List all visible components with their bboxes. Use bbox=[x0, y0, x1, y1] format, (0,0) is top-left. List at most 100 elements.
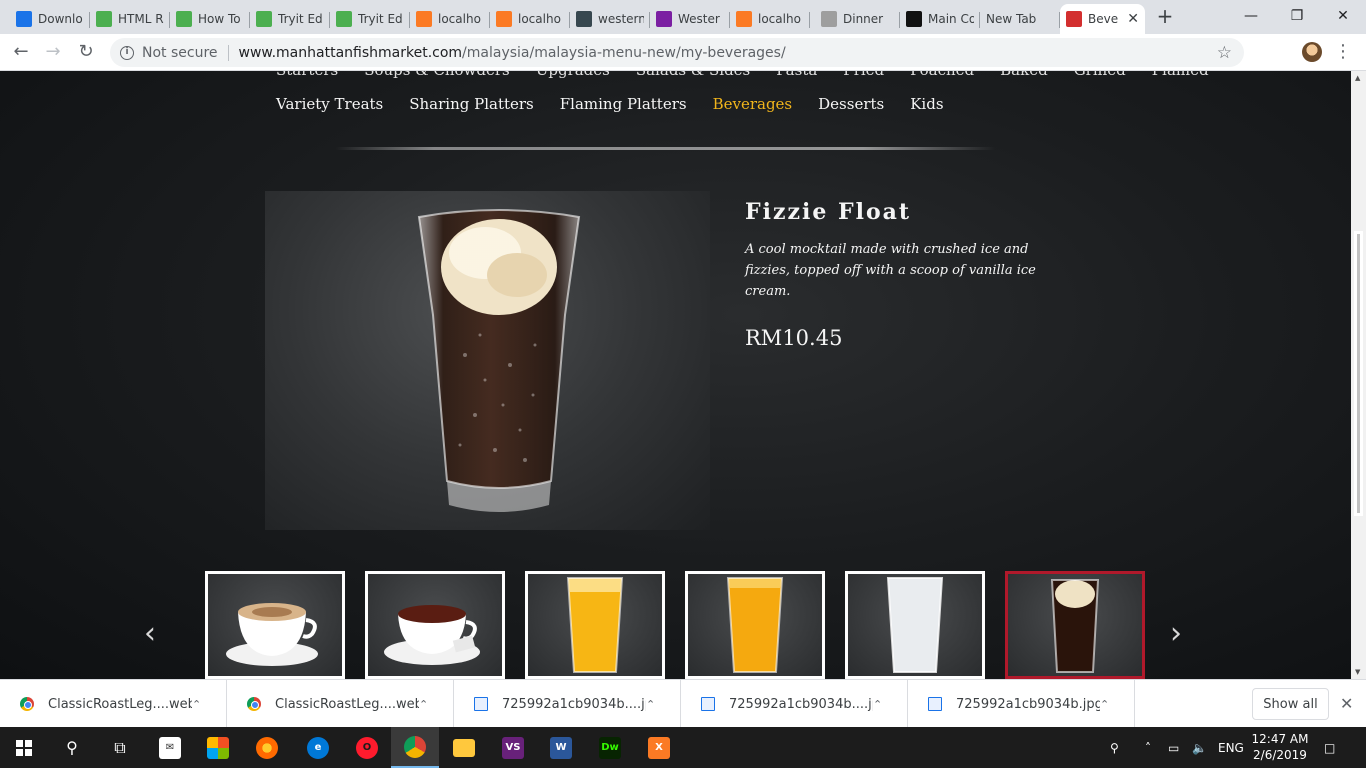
task-view-icon[interactable]: ⧉ bbox=[96, 727, 144, 768]
volume-muted-icon[interactable]: 🔈 bbox=[1192, 727, 1208, 768]
chevron-up-icon[interactable]: ⌃ bbox=[1100, 698, 1120, 711]
browser-menu-icon[interactable]: ⋮ bbox=[1334, 42, 1352, 62]
word-icon[interactable]: W bbox=[537, 727, 585, 768]
browser-tab[interactable]: localho bbox=[410, 4, 490, 34]
mail-icon[interactable]: ✉ bbox=[146, 727, 194, 768]
menu-category-link[interactable]: Fried bbox=[843, 71, 884, 79]
chevron-up-icon[interactable]: ⌃ bbox=[646, 698, 666, 711]
visual-studio-icon[interactable]: VS bbox=[489, 727, 537, 768]
milky-drink-thumbnail[interactable] bbox=[845, 571, 985, 679]
browser-tab[interactable]: Downlo bbox=[10, 4, 90, 34]
download-item[interactable]: 725992a1cb9034b.jpg ⌃ bbox=[908, 680, 1135, 728]
bookmark-star-icon[interactable]: ☆ bbox=[1217, 43, 1232, 63]
browser-tab[interactable]: Main Co bbox=[900, 4, 980, 34]
back-button[interactable]: ← bbox=[10, 41, 32, 63]
chrome-icon[interactable] bbox=[391, 727, 439, 768]
menu-category-link[interactable]: Baked bbox=[1000, 71, 1048, 79]
chevron-up-icon[interactable]: ⌃ bbox=[873, 698, 893, 711]
menu-category-link[interactable]: Grilled bbox=[1074, 71, 1126, 79]
play-icon bbox=[656, 11, 672, 27]
tab-title: New Tab bbox=[986, 12, 1037, 26]
scroll-down-arrow-icon[interactable]: ▼ bbox=[1355, 668, 1360, 676]
show-all-button[interactable]: Show all bbox=[1252, 688, 1329, 720]
download-item[interactable]: ClassicRoastLeg....webp ⌃ bbox=[0, 680, 227, 728]
menu-categories-top: Starters Soups & Chowders Upgrades Salads &… bbox=[276, 71, 1209, 79]
scroll-up-arrow-icon[interactable]: ▲ bbox=[1355, 74, 1360, 82]
download-filename: ClassicRoastLeg....webp bbox=[275, 696, 419, 712]
battery-icon[interactable]: ▭ bbox=[1168, 727, 1184, 768]
edge-icon[interactable]: e bbox=[294, 727, 342, 768]
menu-category-link[interactable]: Sharing Platters bbox=[409, 95, 534, 113]
carousel-next-arrow[interactable]: › bbox=[1170, 619, 1182, 649]
opera-icon[interactable]: O bbox=[343, 727, 391, 768]
language-indicator[interactable]: ENG bbox=[1218, 727, 1246, 768]
scrollbar-thumb[interactable] bbox=[1354, 231, 1363, 516]
people-icon[interactable]: ⚲ bbox=[1110, 727, 1130, 768]
product-description: A cool mocktail made with crushed ice an… bbox=[745, 242, 1036, 299]
cappuccino-thumbnail[interactable] bbox=[205, 571, 345, 679]
browser-tab[interactable]: Dinner bbox=[815, 4, 900, 34]
menu-category-active[interactable]: Beverages bbox=[713, 95, 793, 113]
menu-category-link[interactable]: Upgrades bbox=[536, 71, 610, 79]
dreamweaver-icon[interactable]: Dw bbox=[586, 727, 634, 768]
browser-tab[interactable]: HTML R bbox=[90, 4, 170, 34]
menu-categories: Variety Treats Sharing Platters Flaming Pl… bbox=[276, 95, 944, 113]
menu-category-link[interactable]: Pasta bbox=[776, 71, 817, 79]
tab-title: Wester bbox=[678, 12, 720, 26]
tea-thumbnail[interactable] bbox=[365, 571, 505, 679]
tab-active[interactable]: Beve ✕ bbox=[1060, 4, 1145, 34]
store-icon[interactable] bbox=[194, 727, 242, 768]
tray-chevron-up-icon[interactable]: ˄ bbox=[1145, 727, 1161, 768]
menu-category-link[interactable]: Flamed bbox=[1152, 71, 1209, 79]
carousel-prev-arrow[interactable]: ‹ bbox=[144, 619, 156, 649]
menu-category-link[interactable]: Desserts bbox=[818, 95, 884, 113]
download-item[interactable]: 725992a1cb9034b....jpg ⌃ bbox=[681, 680, 908, 728]
search-icon[interactable]: ⚲ bbox=[48, 727, 96, 768]
browser-tab[interactable]: New Tab bbox=[980, 4, 1060, 34]
url-path: /malaysia/malaysia-menu-new/my-beverages… bbox=[462, 44, 786, 61]
forward-button[interactable]: → bbox=[42, 41, 64, 63]
download-item[interactable]: ClassicRoastLeg....webp ⌃ bbox=[227, 680, 454, 728]
menu-category-link[interactable]: Kids bbox=[910, 95, 943, 113]
menu-category-link[interactable]: Salads & Sides bbox=[636, 71, 750, 79]
browser-tab[interactable]: localho bbox=[490, 4, 570, 34]
chevron-up-icon[interactable]: ⌃ bbox=[419, 698, 439, 711]
address-bar[interactable]: i Not secure www.manhattanfishmarket.com… bbox=[110, 38, 1244, 67]
minimize-button[interactable]: — bbox=[1228, 0, 1274, 32]
xampp-icon[interactable]: X bbox=[635, 727, 683, 768]
close-downloads-icon[interactable]: ✕ bbox=[1340, 694, 1353, 713]
file-explorer-icon[interactable] bbox=[440, 727, 488, 768]
browser-tab[interactable]: How To bbox=[170, 4, 250, 34]
clock[interactable]: 12:47 AM 2/6/2019 bbox=[1250, 731, 1310, 763]
orange-juice-thumbnail[interactable] bbox=[685, 571, 825, 679]
menu-category-link[interactable]: Soups & Chowders bbox=[364, 71, 510, 79]
coffee-cup-icon bbox=[226, 603, 318, 666]
chevron-up-icon[interactable]: ⌃ bbox=[192, 698, 212, 711]
page-scrollbar[interactable]: ▲ ▼ bbox=[1351, 71, 1366, 679]
close-window-button[interactable]: ✕ bbox=[1320, 0, 1366, 32]
browser-tab[interactable]: Tryit Ed bbox=[250, 4, 330, 34]
menu-category-link[interactable]: Flaming Platters bbox=[560, 95, 687, 113]
reload-button[interactable]: ↻ bbox=[75, 41, 97, 63]
info-icon[interactable]: i bbox=[120, 45, 134, 60]
new-tab-button[interactable]: + bbox=[1155, 6, 1175, 26]
download-item[interactable]: 725992a1cb9034b....jpg ⌃ bbox=[454, 680, 681, 728]
browser-tab[interactable]: localho bbox=[730, 4, 810, 34]
menu-category-link[interactable]: Poached bbox=[910, 71, 974, 79]
maximize-button[interactable]: ❐ bbox=[1274, 0, 1320, 32]
product-price: RM10.45 bbox=[745, 326, 843, 350]
orange-drink-thumbnail[interactable] bbox=[525, 571, 665, 679]
firefox-icon[interactable] bbox=[243, 727, 291, 768]
browser-tab[interactable]: western bbox=[570, 4, 650, 34]
menu-category-link[interactable]: Starters bbox=[276, 71, 338, 79]
cola-float-glass-icon bbox=[1050, 579, 1100, 673]
browser-tab[interactable]: Wester bbox=[650, 4, 730, 34]
profile-avatar[interactable] bbox=[1302, 42, 1322, 62]
menu-category-link[interactable]: Variety Treats bbox=[276, 95, 383, 113]
fizzie-float-thumbnail[interactable] bbox=[1005, 571, 1145, 679]
close-tab-icon[interactable]: ✕ bbox=[1127, 11, 1139, 27]
start-button[interactable] bbox=[0, 727, 48, 768]
product-name: Fizzie Float bbox=[745, 199, 912, 225]
browser-tab[interactable]: Tryit Ed bbox=[330, 4, 410, 34]
notifications-icon[interactable]: □ bbox=[1324, 727, 1344, 768]
